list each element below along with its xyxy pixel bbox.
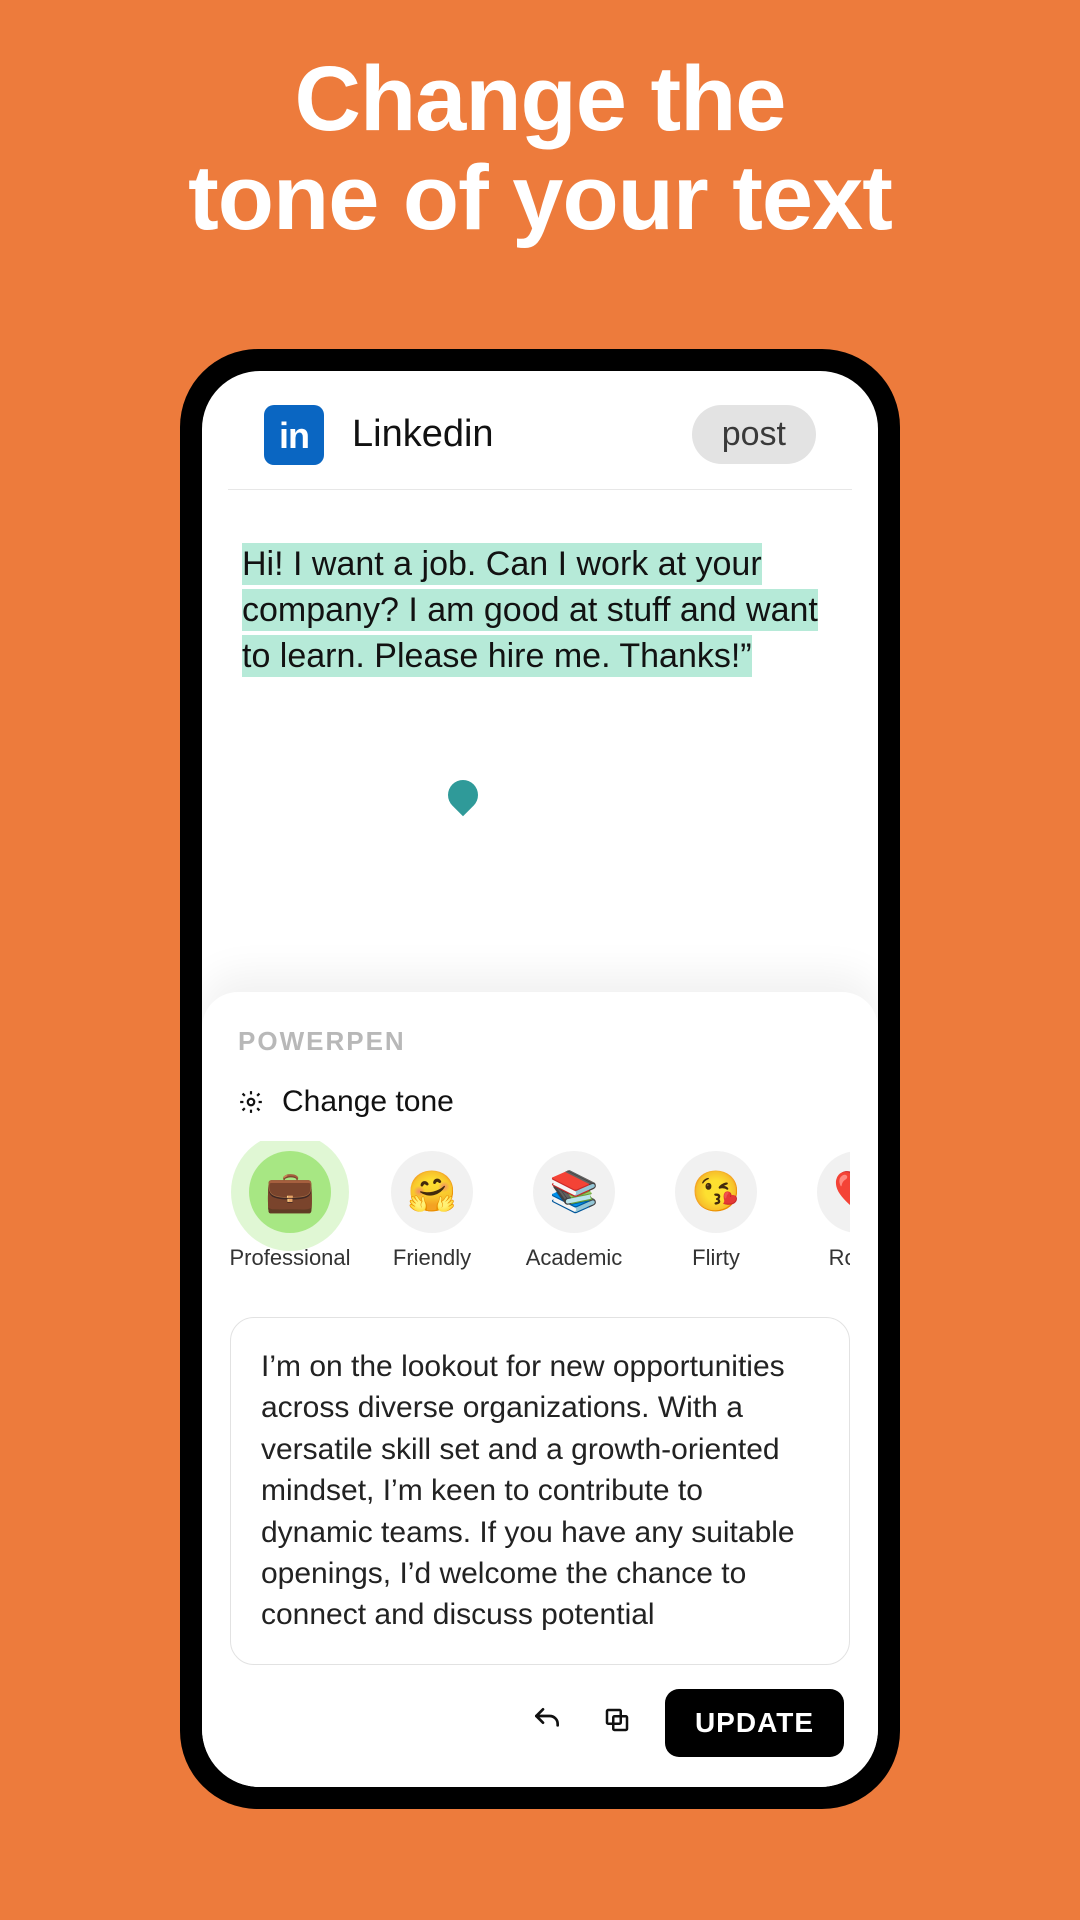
copy-button[interactable]	[595, 1701, 639, 1745]
panel-brand-label: POWERPEN	[230, 1026, 850, 1057]
output-text-card[interactable]: I’m on the lookout for new opportunities…	[230, 1317, 850, 1665]
tone-options-row[interactable]: 💼 Professional 🤗 Friendly 📚 Academic 😘 F…	[230, 1141, 850, 1281]
undo-icon	[531, 1704, 563, 1741]
tone-option-academic[interactable]: 📚 Academic	[520, 1151, 628, 1271]
undo-button[interactable]	[525, 1701, 569, 1745]
hero-heading: Change the tone of your text	[188, 50, 892, 249]
tone-label: Professional	[230, 1245, 351, 1271]
change-tone-row: Change tone	[230, 1085, 850, 1119]
heart-icon: ❤️	[817, 1151, 850, 1233]
gear-icon	[238, 1089, 264, 1115]
composer-topbar: in Linkedin post	[228, 371, 852, 490]
composer-area[interactable]: Hi! I want a job. Can I work at your com…	[202, 490, 878, 720]
copy-icon	[602, 1705, 632, 1740]
tone-label: Friendly	[393, 1245, 471, 1271]
books-icon: 📚	[533, 1151, 615, 1233]
change-tone-label: Change tone	[282, 1085, 454, 1119]
phone-frame: in Linkedin post Hi! I want a job. Can I…	[180, 349, 900, 1809]
destination-app-name: Linkedin	[352, 413, 494, 456]
tone-option-romantic[interactable]: ❤️ Roma	[804, 1151, 850, 1271]
tone-label: Academic	[526, 1245, 623, 1271]
tone-option-flirty[interactable]: 😘 Flirty	[662, 1151, 770, 1271]
kiss-face-icon: 😘	[675, 1151, 757, 1233]
tone-option-friendly[interactable]: 🤗 Friendly	[378, 1151, 486, 1271]
powerpen-panel: POWERPEN Change tone 💼 Professional 🤗	[202, 992, 878, 1787]
linkedin-icon-text: in	[279, 415, 309, 457]
linkedin-icon: in	[264, 405, 324, 465]
hugging-face-icon: 🤗	[391, 1151, 473, 1233]
tone-option-professional[interactable]: 💼 Professional	[236, 1151, 344, 1271]
selected-text[interactable]: Hi! I want a job. Can I work at your com…	[242, 542, 838, 680]
phone-screen: in Linkedin post Hi! I want a job. Can I…	[202, 371, 878, 1787]
hero-line-1: Change the	[188, 50, 892, 149]
post-type-pill[interactable]: post	[692, 405, 816, 464]
tone-label: Roma	[829, 1245, 850, 1271]
text-selection-handle-icon[interactable]	[442, 774, 484, 816]
output-text: I’m on the lookout for new opportunities…	[261, 1350, 795, 1631]
briefcase-icon: 💼	[249, 1151, 331, 1233]
selected-text-content: Hi! I want a job. Can I work at your com…	[242, 543, 818, 677]
panel-action-row: UPDATE	[230, 1689, 850, 1757]
update-button[interactable]: UPDATE	[665, 1689, 844, 1757]
hero-line-2: tone of your text	[188, 149, 892, 248]
tone-label: Flirty	[692, 1245, 740, 1271]
